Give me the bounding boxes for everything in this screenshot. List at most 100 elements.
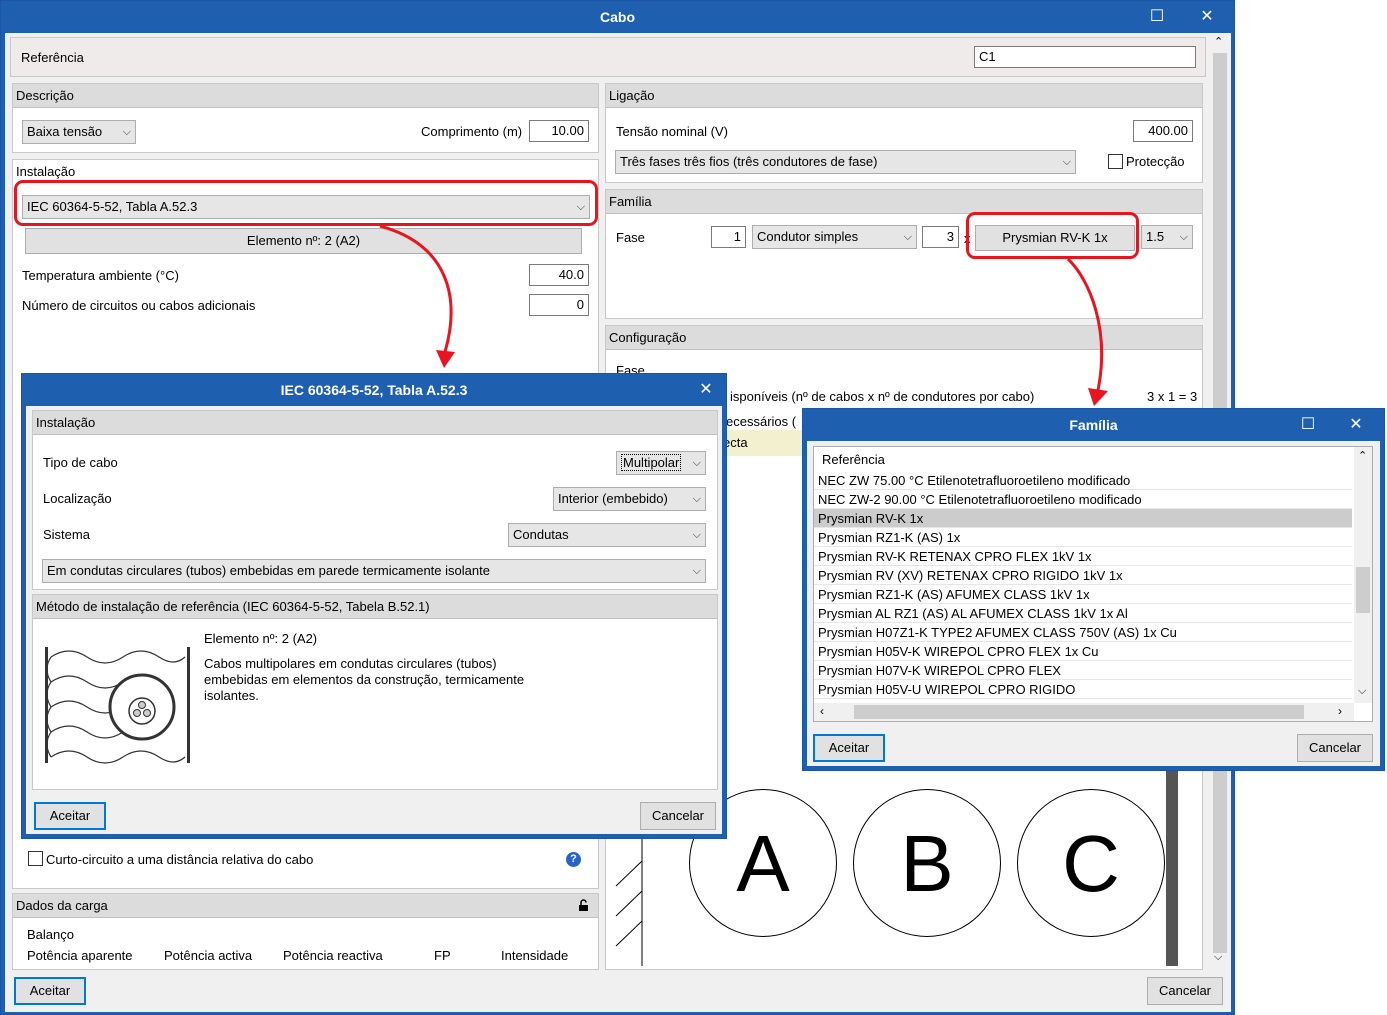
condutor-select[interactable]: Condutor simples ⌵ xyxy=(752,225,917,249)
col-fp: FP xyxy=(434,948,451,963)
comprimento-input[interactable]: 10.00 xyxy=(529,120,589,142)
close-icon[interactable]: ✕ xyxy=(1187,1,1227,33)
tipo-tensao-value: Baixa tensão xyxy=(27,124,103,139)
fases-value: Três fases três fios (três condutores de… xyxy=(620,154,878,169)
phase-a-label: A xyxy=(736,819,790,908)
tipo-cabo-value: Multipolar xyxy=(621,454,682,471)
familia-vscroll[interactable]: ⌃ ⌵ xyxy=(1354,447,1372,703)
balanco-label: Balanço xyxy=(27,927,74,942)
list-item[interactable]: Prysmian H07Z1-K TYPE2 AFUMEX CLASS 750V… xyxy=(814,623,1352,642)
tipo-tensao-select[interactable]: Baixa tensão ⌵ xyxy=(22,120,136,144)
sistema-label: Sistema xyxy=(43,527,90,542)
scroll-right-icon[interactable]: › xyxy=(1338,704,1342,718)
close-icon[interactable]: ✕ xyxy=(1336,409,1376,441)
iec-aceitar-button[interactable]: Aceitar xyxy=(34,802,106,830)
scroll-left-icon[interactable]: ‹ xyxy=(820,704,824,718)
dados-carga-panel: Dados da carga Balanço Potência aparente… xyxy=(12,893,599,970)
tipo-cabo-select[interactable]: Multipolar ⌵ xyxy=(616,451,706,475)
descricao-value: Em condutas circulares (tubos) embebidas… xyxy=(47,563,490,578)
seccao-select[interactable]: 1.5 ⌵ xyxy=(1141,225,1193,249)
temperatura-input[interactable]: 40.0 xyxy=(529,264,589,286)
familia-hscroll[interactable]: ‹ › xyxy=(814,703,1354,721)
installation-method-image xyxy=(39,627,193,779)
familia-dialog-client: Referência NEC ZW 75.00 °C Etilenotetraf… xyxy=(807,441,1380,766)
col-potencia-reactiva: Potência reactiva xyxy=(283,948,383,963)
fases-select[interactable]: Três fases três fios (três condutores de… xyxy=(615,150,1076,174)
proteccao-label: Protecção xyxy=(1126,154,1185,169)
list-item[interactable]: NEC ZW 75.00 °C Etilenotetrafluoroetilen… xyxy=(814,471,1352,490)
condutor-count-input[interactable]: 3 xyxy=(922,226,959,248)
familia-hscroll-thumb[interactable] xyxy=(854,705,1304,719)
comprimento-label: Comprimento (m) xyxy=(421,124,523,139)
col-intensidade: Intensidade xyxy=(501,948,569,963)
main-window-title: Cabo xyxy=(600,9,635,25)
chevron-down-icon: ⌵ xyxy=(1179,231,1188,243)
familia-dialog: Família ☐ ✕ Referência NEC ZW 75.00 °C E… xyxy=(802,408,1385,771)
familia-cancelar-button[interactable]: Cancelar xyxy=(1297,734,1373,762)
chevron-down-icon: ⌵ xyxy=(692,529,701,541)
list-item[interactable]: Prysmian RZ1-K (AS) AFUMEX CLASS 1kV 1x xyxy=(814,585,1352,604)
help-icon[interactable]: ? xyxy=(566,852,581,867)
metodo-panel: Método de instalação de referência (IEC … xyxy=(32,594,718,790)
chevron-down-icon: ⌵ xyxy=(692,565,701,577)
proteccao-checkbox[interactable] xyxy=(1108,154,1123,169)
cabo-highlight xyxy=(966,212,1139,259)
familia-rows: NEC ZW 75.00 °C Etilenotetrafluoroetilen… xyxy=(814,471,1352,699)
maximize-icon[interactable]: ☐ xyxy=(1288,409,1328,441)
ligacao-header: Ligação xyxy=(606,84,1202,108)
scroll-up-icon[interactable]: ⌃ xyxy=(1358,449,1367,462)
localizacao-label: Localização xyxy=(43,491,112,506)
referencia-input[interactable]: C1 xyxy=(974,46,1196,68)
chevron-down-icon: ⌵ xyxy=(692,457,701,469)
list-item[interactable]: Prysmian H05V-K WIREPOL CPRO FLEX 1x Cu xyxy=(814,642,1352,661)
referencia-label: Referência xyxy=(21,50,84,65)
familia-vscroll-thumb[interactable] xyxy=(1356,567,1370,613)
descricao-header: Descrição xyxy=(13,84,598,108)
main-aceitar-button[interactable]: Aceitar xyxy=(14,977,86,1005)
necessarios-label: ecessários ( xyxy=(726,414,797,429)
close-icon[interactable]: ✕ xyxy=(686,374,726,406)
lock-icon[interactable] xyxy=(578,899,590,911)
disponiveis-label: isponíveis (nº de cabos x nº de condutor… xyxy=(730,389,1035,404)
list-item[interactable]: NEC ZW-2 90.00 °C Etilenotetrafluoroetil… xyxy=(814,490,1352,509)
list-item[interactable]: Prysmian H07V-K WIREPOL CPRO FLEX xyxy=(814,661,1352,680)
familia-list[interactable]: Referência NEC ZW 75.00 °C Etilenotetraf… xyxy=(813,446,1373,722)
descricao-select[interactable]: Em condutas circulares (tubos) embebidas… xyxy=(42,559,706,583)
curto-circuito-checkbox[interactable] xyxy=(28,851,43,866)
circuitos-input[interactable]: 0 xyxy=(529,294,589,316)
scroll-down-icon[interactable]: ⌵ xyxy=(1358,685,1366,698)
phase-b-circle: B xyxy=(853,789,1001,937)
iec-instalacao-header: Instalação xyxy=(33,411,717,435)
iec-cancelar-button[interactable]: Cancelar xyxy=(640,802,716,830)
list-item[interactable]: Prysmian AL RZ1 (AS) AL AFUMEX CLASS 1kV… xyxy=(814,604,1352,623)
metodo-header: Método de instalação de referência (IEC … xyxy=(33,595,717,619)
familia-header: Família xyxy=(606,190,1202,214)
scroll-down-icon[interactable]: ⌵ xyxy=(1214,951,1222,964)
localizacao-select[interactable]: Interior (embebido) ⌵ xyxy=(553,487,706,511)
list-item[interactable]: Prysmian RV-K RETENAX CPRO FLEX 1kV 1x xyxy=(814,547,1352,566)
iec-dialog: IEC 60364-5-52, Tabla A.52.3 ✕ Instalaçã… xyxy=(21,373,727,839)
temperatura-label: Temperatura ambiente (°C) xyxy=(22,268,179,283)
metodo-elemento: Elemento nº: 2 (A2) xyxy=(204,631,318,646)
tensao-input[interactable]: 400.00 xyxy=(1133,120,1193,142)
list-item[interactable]: Prysmian RZ1-K (AS) 1x xyxy=(814,528,1352,547)
sistema-select[interactable]: Condutas ⌵ xyxy=(508,523,706,547)
dados-carga-header: Dados da carga xyxy=(13,894,598,918)
fase-count-input[interactable]: 1 xyxy=(711,226,746,248)
main-cancelar-button[interactable]: Cancelar xyxy=(1147,977,1223,1005)
list-item[interactable]: Prysmian RV-K 1x xyxy=(814,509,1352,528)
maximize-icon[interactable]: ☐ xyxy=(1137,1,1177,33)
iec-instalacao-panel: Instalação Tipo de cabo Multipolar ⌵ Loca… xyxy=(32,410,718,590)
list-item[interactable]: Prysmian RV (XV) RETENAX CPRO RIGIDO 1kV… xyxy=(814,566,1352,585)
scroll-up-icon[interactable]: ⌃ xyxy=(1214,35,1223,48)
phase-c-label: C xyxy=(1062,819,1120,908)
correcta-status: ecta xyxy=(721,430,811,456)
familia-list-header: Referência xyxy=(822,452,885,467)
familia-aceitar-button[interactable]: Aceitar xyxy=(813,734,885,762)
list-item[interactable]: Prysmian H05V-U WIREPOL CPRO RIGIDO xyxy=(814,680,1352,699)
phase-b-label: B xyxy=(900,819,954,908)
elemento-button[interactable]: Elemento nº: 2 (A2) xyxy=(25,228,582,254)
localizacao-value: Interior (embebido) xyxy=(558,491,668,506)
circuitos-label: Número de circuitos ou cabos adicionais xyxy=(22,298,256,313)
tipo-cabo-label: Tipo de cabo xyxy=(43,455,118,470)
